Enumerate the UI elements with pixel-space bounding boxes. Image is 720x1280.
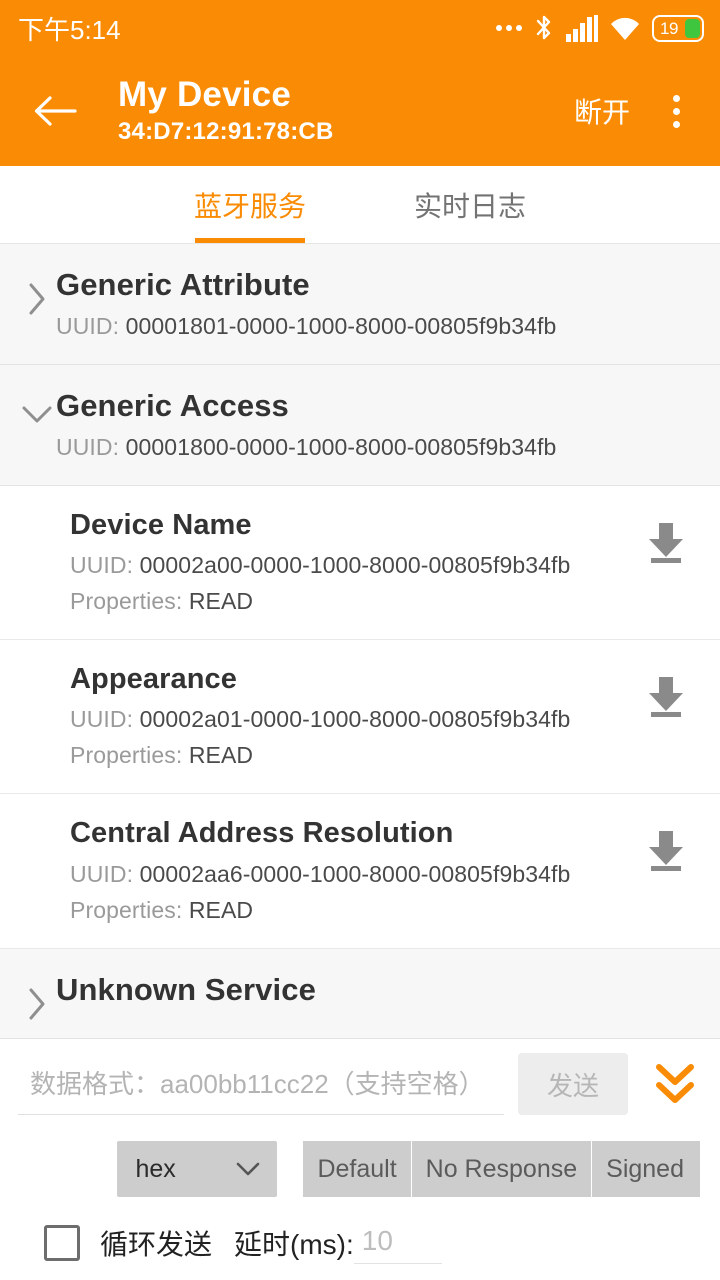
send-row: 发送 [18, 1053, 702, 1115]
double-chevron-down-icon[interactable] [648, 1053, 702, 1115]
status-bar-clock: 下午5:14 [18, 14, 121, 45]
characteristic-text: Appearance UUID: 00002a01-0000-1000-8000… [70, 662, 638, 769]
characteristic-row[interactable]: Device Name UUID: 00002a00-0000-1000-800… [0, 485, 720, 640]
delay-input[interactable] [353, 1221, 442, 1264]
wifi-icon [609, 15, 641, 42]
loop-send-checkbox[interactable] [44, 1224, 80, 1261]
service-uuid: UUID: 00001800-0000-1000-8000-00805f9b34… [56, 434, 702, 461]
service-row-generic-attribute[interactable]: Generic Attribute UUID: 00001801-0000-10… [0, 244, 720, 365]
characteristic-uuid: UUID: 00002aa6-0000-1000-8000-00805f9b34… [70, 861, 638, 888]
chevron-right-icon [18, 987, 56, 1021]
characteristic-row[interactable]: Appearance UUID: 00002a01-0000-1000-8000… [0, 639, 720, 795]
characteristic-name: Appearance [70, 662, 238, 695]
properties-label: Properties: [70, 587, 183, 614]
tab-bluetooth-services[interactable]: 蓝牙服务 [140, 166, 360, 243]
service-name: Unknown Service [56, 971, 316, 1007]
uuid-label: UUID: [70, 551, 134, 578]
download-read-icon[interactable] [638, 514, 694, 570]
tab-realtime-log[interactable]: 实时日志 [360, 166, 580, 243]
write-mode-signed[interactable]: Signed [592, 1141, 700, 1197]
characteristic-uuid: UUID: 00002a00-0000-1000-8000-00805f9b34… [70, 552, 638, 579]
cellular-signal-icon [566, 14, 598, 42]
characteristic-row[interactable]: Central Address Resolution UUID: 00002aa… [0, 794, 720, 949]
characteristic-text: Device Name UUID: 00002a00-0000-1000-800… [70, 508, 638, 615]
app-bar: My Device 34:D7:12:91:78:CB 断开 [0, 56, 720, 166]
format-select-value: hex [135, 1154, 176, 1183]
back-button[interactable] [26, 82, 84, 140]
uuid-value: 00001800-0000-1000-8000-00805f9b34fb [125, 433, 557, 460]
properties-value: READ [188, 742, 254, 769]
uuid-value: 00002aa6-0000-1000-8000-00805f9b34fb [139, 860, 571, 887]
service-row-unknown-service[interactable]: Unknown Service [0, 948, 720, 1046]
uuid-label: UUID: [70, 706, 134, 733]
battery-level: 19 [660, 18, 678, 38]
characteristic-uuid: UUID: 00002a01-0000-1000-8000-00805f9b34… [70, 706, 638, 733]
service-name: Generic Attribute [56, 267, 310, 302]
write-options-row: hex Default No Response Signed [18, 1141, 702, 1197]
properties-label: Properties: [70, 896, 183, 923]
service-text: Unknown Service [56, 971, 702, 1010]
tab-bar: 蓝牙服务 实时日志 [0, 166, 720, 244]
service-name: Generic Access [56, 387, 289, 423]
chevron-down-icon [235, 1155, 261, 1184]
chevron-right-icon [18, 282, 56, 316]
chevron-down-icon [18, 403, 56, 425]
write-panel: 发送 hex Default No Response Signed [0, 1038, 720, 1280]
characteristic-name: Device Name [70, 508, 252, 541]
loop-send-row: 循环发送 延时(ms): [18, 1221, 702, 1270]
overflow-menu-icon[interactable] [654, 82, 698, 140]
characteristic-properties: Properties: READ [70, 588, 638, 615]
status-bar: 下午5:14 19 [0, 0, 720, 56]
send-button[interactable]: 发送 [518, 1053, 628, 1115]
page-title: My Device [118, 75, 292, 115]
disconnect-button[interactable]: 断开 [568, 81, 636, 141]
delay-label: 延时(ms): [234, 1228, 354, 1260]
app-bar-titles: My Device 34:D7:12:91:78:CB [118, 75, 568, 147]
uuid-label: UUID: [70, 860, 134, 887]
loop-send-label: 循环发送 [100, 1228, 213, 1260]
uuid-value: 00002a00-0000-1000-8000-00805f9b34fb [139, 551, 571, 578]
service-text: Generic Attribute UUID: 00001801-0000-10… [56, 266, 702, 340]
characteristic-properties: Properties: READ [70, 742, 638, 769]
back-arrow-icon [34, 96, 77, 126]
characteristic-properties: Properties: READ [70, 897, 638, 924]
data-input[interactable] [18, 1053, 504, 1115]
write-mode-group: Default No Response Signed [303, 1141, 700, 1197]
service-uuid: UUID: 00001801-0000-1000-8000-00805f9b34… [56, 313, 702, 340]
app-root: 下午5:14 19 My Device 34:D7:12:91:78:CB 断开… [0, 0, 720, 1280]
status-bar-icons: 19 [496, 13, 704, 43]
battery-fill [685, 18, 700, 38]
properties-label: Properties: [70, 742, 183, 769]
characteristic-text: Central Address Resolution UUID: 00002aa… [70, 816, 638, 923]
format-select[interactable]: hex [117, 1141, 278, 1197]
more-dots-icon [496, 25, 522, 31]
write-mode-default[interactable]: Default [303, 1141, 412, 1197]
service-text: Generic Access UUID: 00001800-0000-1000-… [56, 387, 702, 461]
properties-value: READ [188, 896, 254, 923]
download-read-icon[interactable] [638, 668, 694, 724]
service-row-generic-access[interactable]: Generic Access UUID: 00001800-0000-1000-… [0, 364, 720, 486]
device-address: 34:D7:12:91:78:CB [118, 117, 334, 145]
download-read-icon[interactable] [638, 822, 694, 878]
properties-value: READ [188, 587, 254, 614]
bluetooth-icon [533, 13, 555, 43]
uuid-label: UUID: [56, 433, 120, 460]
characteristic-name: Central Address Resolution [70, 817, 454, 850]
uuid-value: 00002a01-0000-1000-8000-00805f9b34fb [139, 706, 571, 733]
battery-icon: 19 [652, 14, 704, 42]
uuid-label: UUID: [56, 312, 120, 339]
uuid-value: 00001801-0000-1000-8000-00805f9b34fb [125, 312, 557, 339]
write-mode-no-response[interactable]: No Response [411, 1141, 593, 1197]
